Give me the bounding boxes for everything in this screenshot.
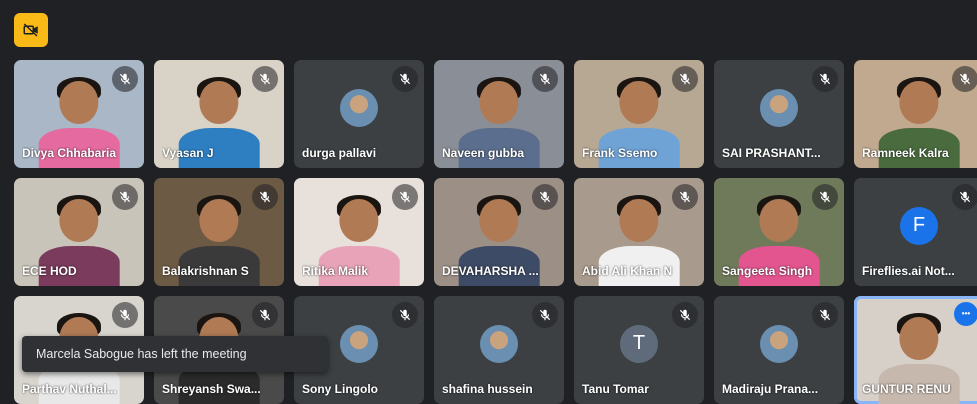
participant-name: ECE HOD: [22, 264, 77, 278]
mic-off-icon: [672, 302, 698, 328]
mic-off-icon: [532, 302, 558, 328]
participant-tile[interactable]: DEVAHARSHA ...: [434, 178, 564, 286]
participant-name: Divya Chhabaria: [22, 146, 117, 160]
mic-off-icon: [112, 66, 138, 92]
participant-tile[interactable]: Naveen gubba: [434, 60, 564, 168]
participant-tile[interactable]: F Fireflies.ai Not...: [854, 178, 977, 286]
participant-name: Madiraju Prana...: [722, 382, 819, 396]
participant-name: Ritika Malik: [302, 264, 369, 278]
participant-avatar: [340, 324, 378, 363]
mic-off-icon: [252, 66, 278, 92]
participant-name: Vyasan J: [162, 146, 214, 160]
participant-tile[interactable]: durga pallavi: [294, 60, 424, 168]
participant-tile[interactable]: Ramneek Kalra: [854, 60, 977, 168]
left-meeting-notification: Marcela Sabogue has left the meeting: [22, 336, 328, 372]
mic-off-icon: [672, 66, 698, 92]
participant-avatar: [760, 88, 798, 127]
participant-name: Sangeeta Singh: [722, 264, 813, 278]
participant-tile[interactable]: ECE HOD: [14, 178, 144, 286]
participant-tile[interactable]: Sangeeta Singh: [714, 178, 844, 286]
participant-name: Frank Ssemo: [582, 146, 658, 160]
participant-tile[interactable]: Balakrishnan S: [154, 178, 284, 286]
participant-name: GUNTUR RENU: [862, 382, 951, 396]
participant-name: Sony Lingolo: [302, 382, 378, 396]
mic-off-icon: [252, 302, 278, 328]
mic-off-icon: [252, 184, 278, 210]
participant-name: shafina hussein: [442, 382, 533, 396]
mic-off-icon: [952, 66, 977, 92]
mic-off-icon: [812, 66, 838, 92]
mic-off-icon: [952, 184, 977, 210]
participant-name: Balakrishnan S: [162, 264, 249, 278]
participant-tile[interactable]: shafina hussein: [434, 296, 564, 404]
participant-tile[interactable]: T Tanu Tomar: [574, 296, 704, 404]
camera-off-badge[interactable]: [14, 13, 48, 47]
mic-off-icon: [532, 184, 558, 210]
participant-name: Naveen gubba: [442, 146, 525, 160]
participant-name: Tanu Tomar: [582, 382, 649, 396]
mic-off-icon: [812, 302, 838, 328]
participant-name: SAI PRASHANT...: [722, 146, 821, 160]
mic-off-icon: [392, 302, 418, 328]
mic-off-icon: [392, 66, 418, 92]
participant-tile[interactable]: ••• GUNTUR RENU: [854, 296, 977, 404]
participant-initial-avatar: F: [900, 206, 938, 245]
participant-tile[interactable]: Madiraju Prana...: [714, 296, 844, 404]
participant-tile[interactable]: Frank Ssemo: [574, 60, 704, 168]
mic-off-icon: [112, 184, 138, 210]
notification-text: Marcela Sabogue has left the meeting: [36, 347, 247, 361]
mic-off-icon: [112, 302, 138, 328]
participant-name: Parthav Nuthal...: [22, 382, 117, 396]
participant-tile[interactable]: Vyasan J: [154, 60, 284, 168]
camera-off-icon: [23, 23, 38, 37]
more-options-button[interactable]: •••: [954, 302, 977, 326]
mic-off-icon: [392, 184, 418, 210]
participant-name: Fireflies.ai Not...: [862, 264, 955, 278]
mic-off-icon: [532, 66, 558, 92]
participant-avatar: [340, 88, 378, 127]
participant-tile[interactable]: Abid Ali Khan N: [574, 178, 704, 286]
participant-tile[interactable]: Divya Chhabaria: [14, 60, 144, 168]
participant-name: Abid Ali Khan N: [582, 264, 673, 278]
mic-off-icon: [672, 184, 698, 210]
participant-name: DEVAHARSHA ...: [442, 264, 539, 278]
participant-avatar: [480, 324, 518, 363]
mic-off-icon: [812, 184, 838, 210]
participant-tile[interactable]: SAI PRASHANT...: [714, 60, 844, 168]
participant-name: Ramneek Kalra: [862, 146, 949, 160]
participant-name: Shreyansh Swa...: [162, 382, 261, 396]
participant-tile[interactable]: Ritika Malik: [294, 178, 424, 286]
participant-initial-avatar: T: [620, 324, 658, 363]
participant-avatar: [760, 324, 798, 363]
participant-name: durga pallavi: [302, 146, 377, 160]
